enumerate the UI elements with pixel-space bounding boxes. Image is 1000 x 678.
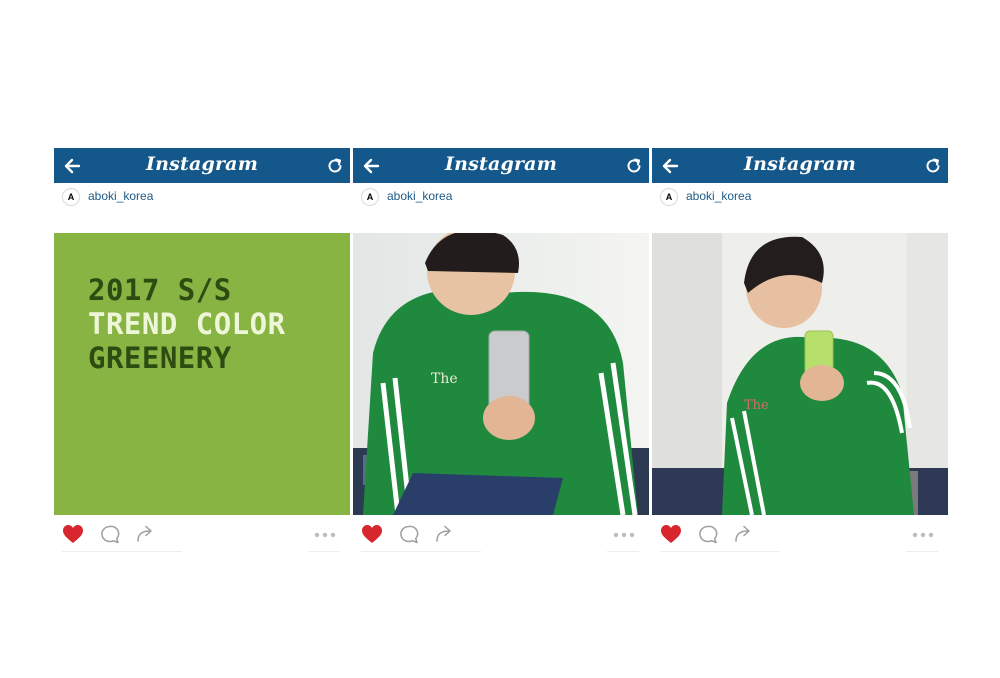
username-link[interactable]: aboki_korea [387, 189, 452, 203]
app-header: Instagram [353, 148, 649, 183]
post-card-1: Instagram A aboki_korea 2017 S/S TREND C… [54, 148, 350, 558]
post-header: A aboki_korea [54, 186, 350, 208]
app-title: Instagram [445, 153, 557, 175]
heart-icon[interactable] [361, 524, 383, 544]
more-dots-icon[interactable] [912, 532, 934, 538]
post-actions [54, 520, 350, 550]
share-icon[interactable] [136, 525, 156, 543]
app-header: Instagram [652, 148, 948, 183]
divider [607, 551, 639, 552]
app-title: Instagram [744, 153, 856, 175]
avatar[interactable]: A [361, 188, 379, 206]
refresh-icon[interactable] [924, 157, 942, 175]
divider [660, 551, 780, 552]
post-actions [353, 520, 649, 550]
headline-trend: TREND COLOR [88, 307, 286, 341]
post-header: A aboki_korea [652, 186, 948, 208]
post-header: A aboki_korea [353, 186, 649, 208]
mirror-selfie-photo: The [353, 233, 649, 515]
mirror-selfie-photo: The [652, 233, 948, 515]
post-actions [652, 520, 948, 550]
username-link[interactable]: aboki_korea [88, 189, 153, 203]
share-icon[interactable] [734, 525, 754, 543]
svg-text:The: The [744, 398, 769, 413]
comment-icon[interactable] [100, 525, 120, 544]
refresh-icon[interactable] [326, 157, 344, 175]
avatar[interactable]: A [62, 188, 80, 206]
app-title: Instagram [146, 153, 258, 175]
divider [308, 551, 340, 552]
divider [62, 551, 182, 552]
divider [906, 551, 938, 552]
headline-color: GREENERY [88, 341, 232, 375]
heart-icon[interactable] [62, 524, 84, 544]
username-link[interactable]: aboki_korea [686, 189, 751, 203]
svg-text:The: The [431, 371, 458, 387]
avatar[interactable]: A [660, 188, 678, 206]
post-image: The [652, 233, 948, 515]
divider [361, 551, 481, 552]
share-icon[interactable] [435, 525, 455, 543]
refresh-icon[interactable] [625, 157, 643, 175]
comment-icon[interactable] [399, 525, 419, 544]
post-card-2: Instagram A aboki_korea The [353, 148, 649, 558]
comment-icon[interactable] [698, 525, 718, 544]
more-dots-icon[interactable] [613, 532, 635, 538]
post-card-3: Instagram A aboki_korea The [652, 148, 948, 558]
app-header: Instagram [54, 148, 350, 183]
post-image: 2017 S/S TREND COLOR GREENERY [54, 233, 350, 515]
heart-icon[interactable] [660, 524, 682, 544]
more-dots-icon[interactable] [314, 532, 336, 538]
headline-year: 2017 S/S [88, 273, 232, 307]
post-image: The [353, 233, 649, 515]
